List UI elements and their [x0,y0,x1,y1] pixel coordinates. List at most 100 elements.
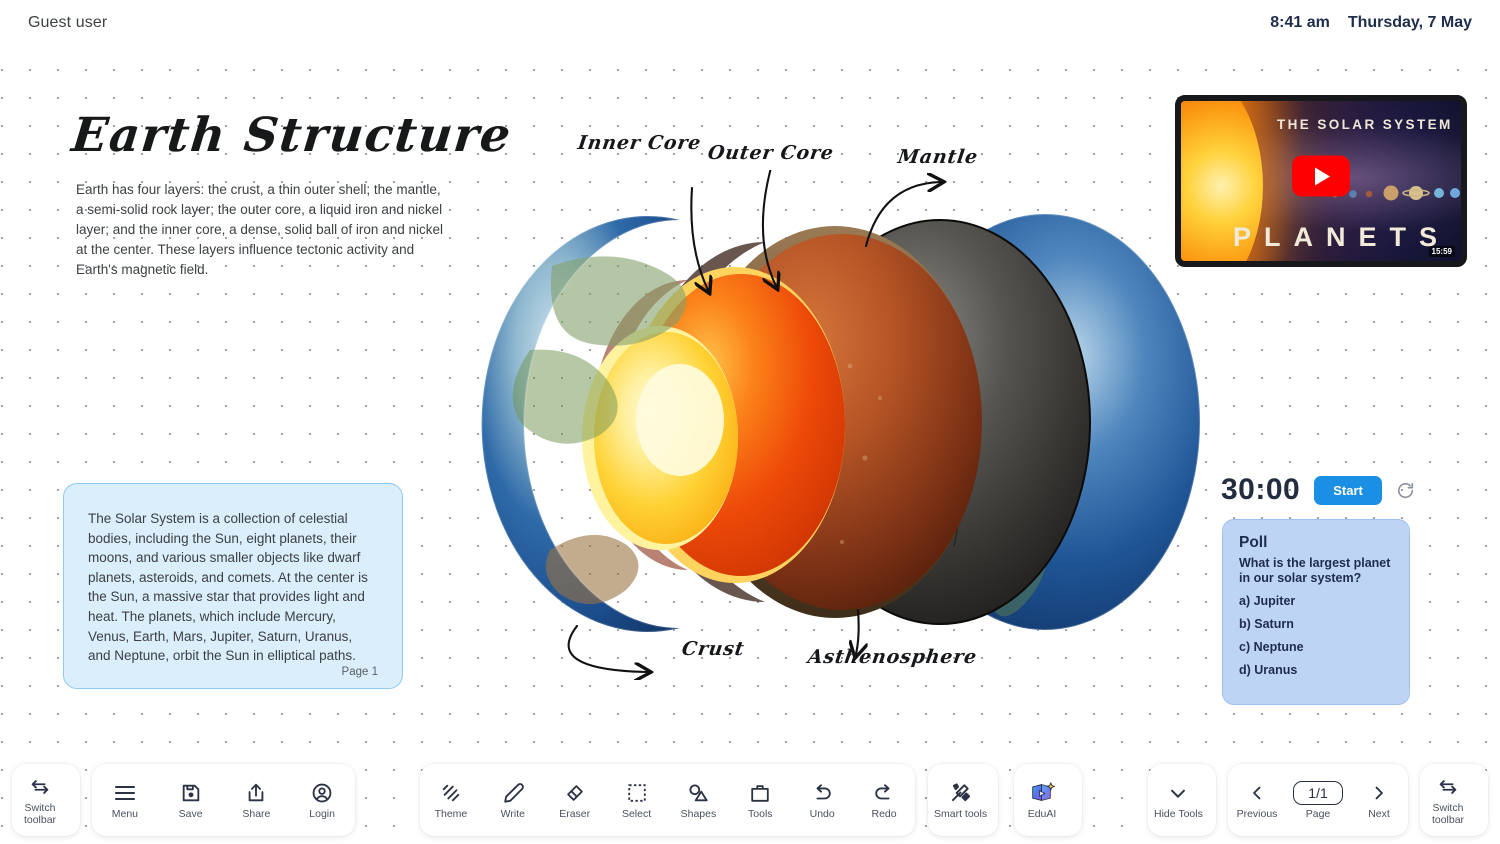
login-button[interactable]: Login [294,764,350,836]
earth-cutaway-illustration [480,162,1201,680]
menu-button[interactable]: Menu [97,764,153,836]
theme-label: Theme [434,807,468,820]
switch-toolbar-left-label: Switch toolbar [23,801,57,826]
write-button[interactable]: Write [485,764,541,836]
label-mantle[interactable]: Mantle [896,146,979,168]
label-asthenosphere[interactable]: Asthenosphere [806,646,978,668]
redo-button[interactable]: Redo [856,764,912,836]
eraser-button[interactable]: Eraser [547,764,603,836]
video-duration-badge: 15:59 [1428,246,1455,257]
select-button[interactable]: Select [609,764,665,836]
earth-structure-diagram[interactable]: Inner Core Outer Core Mantle Crust Asthe… [380,132,1210,680]
page-label: Page [1305,807,1331,820]
switch-toolbar-right-group: Switch toolbar [1420,764,1488,836]
menu-label: Menu [111,807,138,820]
briefcase-icon [749,781,771,805]
label-outer-core[interactable]: Outer Core [706,142,835,164]
eraser-icon [564,781,586,805]
diagonal-lines-icon [440,781,462,805]
login-label: Login [309,807,335,820]
tools-label: Tools [748,807,773,820]
poll-heading: Poll [1239,534,1268,551]
reset-icon[interactable] [1396,481,1415,500]
timer-widget: 30:00 Start [1221,473,1415,507]
undo-button[interactable]: Undo [794,764,850,836]
hamburger-menu-icon [113,781,137,805]
undo-arrow-icon [811,781,833,805]
pager-group: Previous 1/1 Page Next [1228,764,1408,836]
bottom-toolbars: Switch toolbar Menu Save Share Login The… [0,764,1500,836]
page-indicator-button[interactable]: 1/1 Page [1287,764,1349,836]
timer-start-button[interactable]: Start [1314,475,1382,505]
smart-tools-label: Smart tools [934,807,988,820]
shapes-button[interactable]: Shapes [670,764,726,836]
note-card-text: The Solar System is a collection of cele… [88,511,368,664]
top-bar: Guest user 8:41 am Thursday, 7 May [0,0,1500,46]
next-label: Next [1368,807,1390,820]
share-label: Share [242,807,271,820]
switch-arrows-icon [1437,775,1459,799]
label-inner-core[interactable]: Inner Core [576,132,702,154]
theme-button[interactable]: Theme [423,764,479,836]
select-label: Select [621,807,652,820]
switch-toolbar-left-group: Switch toolbar [12,764,80,836]
main-left-toolbar-group: Menu Save Share Login [92,764,355,836]
smart-tools-group: Smart tools [928,764,998,836]
chevron-right-icon [1369,781,1389,805]
shapes-label: Shapes [680,807,717,820]
previous-label: Previous [1236,807,1278,820]
video-word-text: PLANETS [1233,222,1451,252]
note-card-page-label: Page 1 [341,665,378,678]
redo-arrow-icon [873,781,895,805]
tools-button[interactable]: Tools [732,764,788,836]
save-button[interactable]: Save [163,764,219,836]
redo-label: Redo [871,807,897,820]
poll-card[interactable]: Poll What is the largest planet in our s… [1222,519,1410,705]
hide-tools-button[interactable]: Hide Tools [1148,764,1209,836]
share-upload-icon [245,781,267,805]
timer-value[interactable]: 30:00 [1221,473,1300,507]
switch-toolbar-left-button[interactable]: Switch toolbar [12,764,68,836]
share-button[interactable]: Share [228,764,284,836]
clock-area: 8:41 am Thursday, 7 May [1270,14,1472,32]
eduai-book-sparkle-icon [1029,781,1055,805]
next-page-button[interactable]: Next [1351,764,1407,836]
note-card[interactable]: The Solar System is a collection of cele… [63,483,403,689]
guest-user-label[interactable]: Guest user [28,14,107,32]
write-label: Write [500,807,525,820]
hide-tools-label: Hide Tools [1154,807,1203,820]
label-crust[interactable]: Crust [680,638,746,660]
video-title-text: THE SOLAR SYSTEM [1277,117,1453,132]
chevron-left-icon [1247,781,1267,805]
hide-tools-group: Hide Tools [1148,764,1216,836]
previous-page-button[interactable]: Previous [1229,764,1285,836]
floppy-disk-icon [180,781,202,805]
poll-option-d[interactable]: d) Uranus [1239,663,1393,677]
smart-tools-button[interactable]: Smart tools [928,764,993,836]
page-value[interactable]: 1/1 [1293,780,1343,805]
marquee-select-icon [626,781,648,805]
pen-icon [502,781,524,805]
video-embed-card[interactable]: THE SOLAR SYSTEM PLANETS 15:59 [1175,95,1467,267]
poll-option-b[interactable]: b) Saturn [1239,617,1393,631]
eduai-button[interactable]: EduAI [1014,764,1070,836]
shapes-icon [687,781,709,805]
save-label: Save [178,807,203,820]
eduai-label: EduAI [1027,807,1057,820]
clock-date: Thursday, 7 May [1347,14,1472,31]
page-title[interactable]: Earth Structure [69,108,514,163]
poll-option-a[interactable]: a) Jupiter [1239,594,1393,608]
youtube-play-icon[interactable] [1292,155,1350,197]
switch-arrows-icon [29,775,51,799]
poll-option-c[interactable]: c) Neptune [1239,640,1393,654]
clock-time: 8:41 am [1270,14,1330,31]
undo-label: Undo [809,807,835,820]
user-circle-icon [311,781,333,805]
switch-toolbar-right-label: Switch toolbar [1431,801,1465,826]
drawing-tools-group: Theme Write Eraser Select Shapes Tools U… [420,764,915,836]
whiteboard-app: Guest user 8:41 am Thursday, 7 May Earth… [0,0,1500,844]
eduai-group: EduAI [1014,764,1082,836]
poll-question: What is the largest planet in our solar … [1239,556,1391,585]
switch-toolbar-right-button[interactable]: Switch toolbar [1420,764,1476,836]
chevron-down-icon [1167,781,1189,805]
